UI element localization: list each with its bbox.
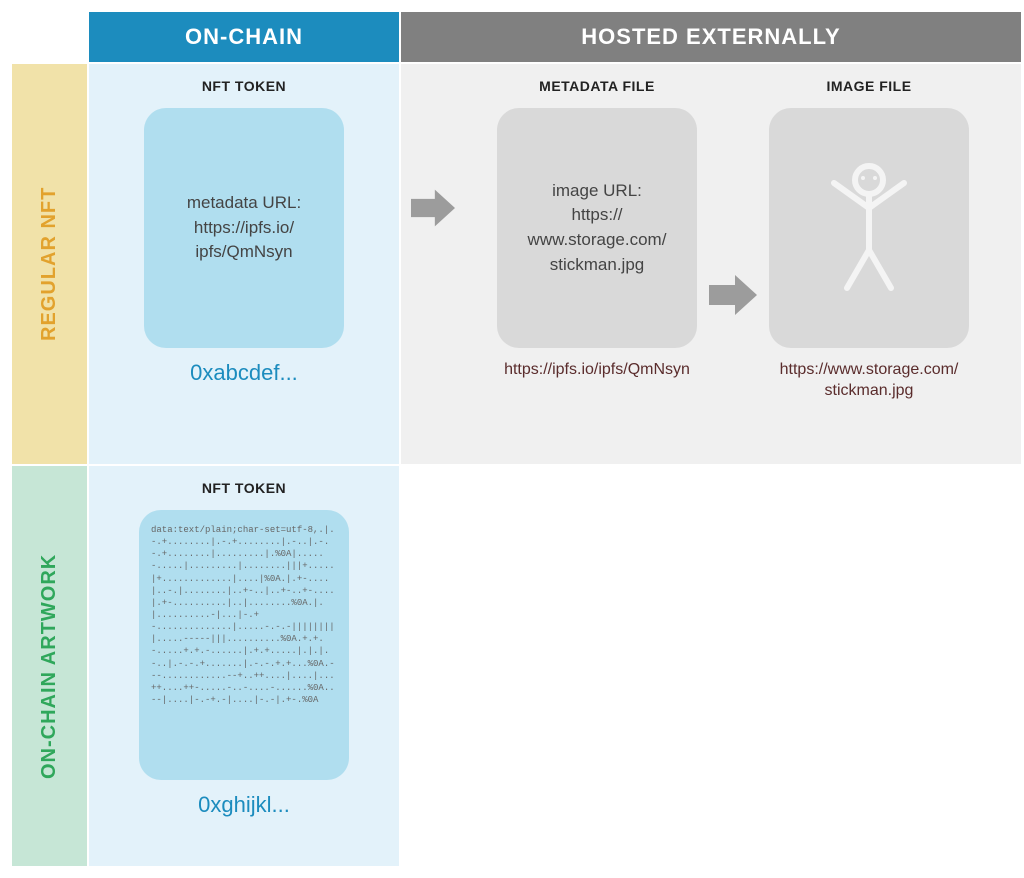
arrow-icon <box>411 188 455 228</box>
artwork-nft-token-title: NFT TOKEN <box>202 480 286 496</box>
metadata-file-caption: https://ipfs.io/ipfs/QmNsyn <box>504 360 690 381</box>
metadata-url-line1: https://ipfs.io/ <box>194 216 294 241</box>
image-url-label: image URL: <box>552 179 642 204</box>
column-header-hosted-label: HOSTED EXTERNALLY <box>581 24 840 50</box>
stickman-icon <box>819 158 919 298</box>
row-header-regular-label: REGULAR NFT <box>38 187 61 341</box>
cell-regular-hosted: METADATA FILE image URL: https:// www.st… <box>401 64 1021 464</box>
cell-regular-onchain: NFT TOKEN metadata URL: https://ipfs.io/… <box>89 64 399 464</box>
nft-token-hash: 0xabcdef... <box>190 360 298 386</box>
image-url-line3: stickman.jpg <box>550 253 644 278</box>
artwork-nft-token-card: data:text/plain;char-set=utf-8,.|.-.+...… <box>139 510 349 780</box>
metadata-file-card: image URL: https:// www.storage.com/ sti… <box>497 108 697 348</box>
image-caption-line2: stickman.jpg <box>825 382 914 399</box>
image-url-line2: www.storage.com/ <box>528 228 667 253</box>
row-header-artwork-label: ON-CHAIN ARTWORK <box>38 553 61 778</box>
image-url-line1: https:// <box>571 203 622 228</box>
column-header-onchain: ON-CHAIN <box>89 12 399 62</box>
nft-diagram: ON-CHAIN HOSTED EXTERNALLY REGULAR NFT N… <box>12 12 1012 866</box>
cell-artwork-hosted-empty <box>401 466 1021 866</box>
artwork-nft-token-hash: 0xghijkl... <box>198 792 290 818</box>
corner-cell <box>12 12 87 62</box>
image-file-column: IMAGE FILE <box>769 78 969 402</box>
nft-token-card: metadata URL: https://ipfs.io/ ipfs/QmNs… <box>144 108 344 348</box>
image-caption-line1: https://www.storage.com/ <box>780 361 959 378</box>
column-header-onchain-label: ON-CHAIN <box>185 24 303 50</box>
image-file-caption: https://www.storage.com/ stickman.jpg <box>780 360 959 402</box>
metadata-file-title: METADATA FILE <box>539 78 655 94</box>
column-header-hosted: HOSTED EXTERNALLY <box>401 12 1021 62</box>
image-file-card <box>769 108 969 348</box>
arrow-icon <box>709 275 757 315</box>
metadata-file-column: METADATA FILE image URL: https:// www.st… <box>497 78 697 381</box>
row-header-regular: REGULAR NFT <box>12 64 87 464</box>
metadata-url-line2: ipfs/QmNsyn <box>195 240 292 265</box>
cell-artwork-onchain: NFT TOKEN data:text/plain;char-set=utf-8… <box>89 466 399 866</box>
row-header-artwork: ON-CHAIN ARTWORK <box>12 466 87 866</box>
metadata-url-label: metadata URL: <box>187 191 301 216</box>
ascii-data-uri: data:text/plain;char-set=utf-8,.|.-.+...… <box>151 524 337 706</box>
image-file-title: IMAGE FILE <box>826 78 911 94</box>
nft-token-title: NFT TOKEN <box>202 78 286 94</box>
